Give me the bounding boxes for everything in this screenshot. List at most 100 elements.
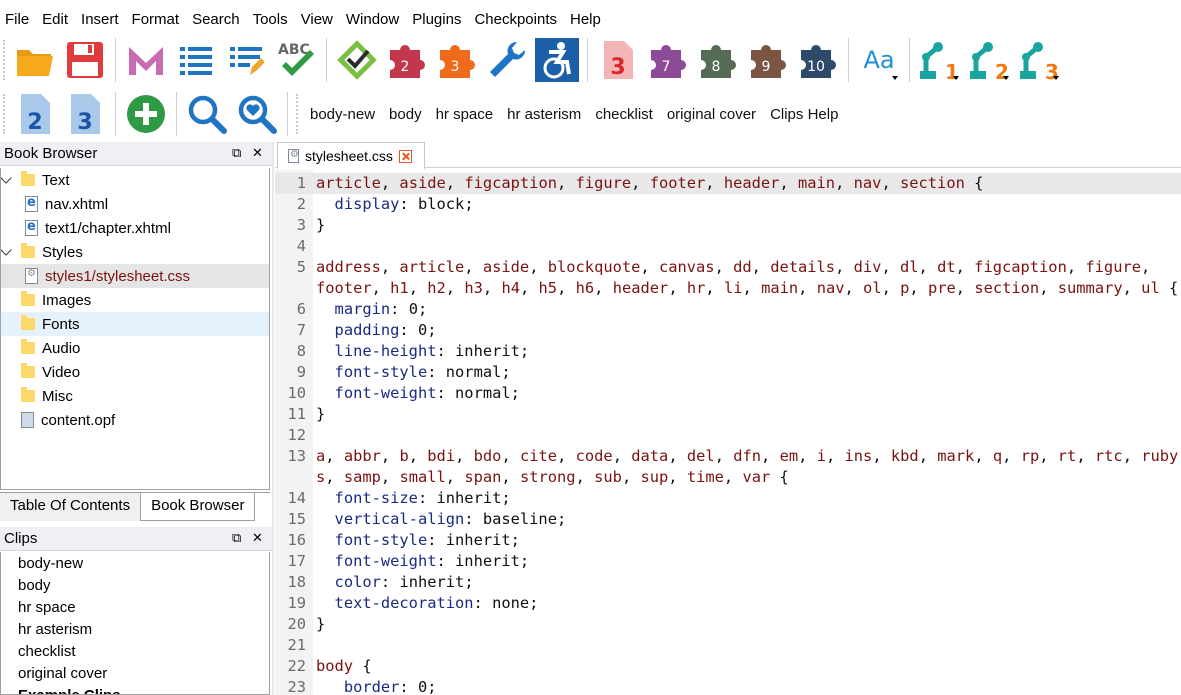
tree-item[interactable]: Images <box>1 288 269 312</box>
line-number: 15 <box>287 510 306 528</box>
book-browser-tree: Text nav.xhtml text1/chapter.xhtml Styles st… <box>0 168 270 490</box>
clip-body-new[interactable]: body-new <box>310 106 375 123</box>
tree-item[interactable]: text1/chapter.xhtml <box>1 216 269 240</box>
toolbar-grip[interactable] <box>296 94 301 134</box>
clip-set-1-button[interactable]: 1 <box>918 37 962 83</box>
code-text: font-weight: inherit; <box>334 552 530 570</box>
splitter[interactable] <box>272 142 274 695</box>
tree-item[interactable]: Styles <box>1 240 269 264</box>
clip-set-3-button[interactable]: 3 <box>1018 37 1062 83</box>
menu-insert[interactable]: Insert <box>81 11 127 28</box>
close-tab-icon[interactable] <box>398 149 412 163</box>
validate-check-icon <box>337 40 377 80</box>
float-panel-icon[interactable]: ⧉ <box>232 145 241 161</box>
plugin-7-button[interactable]: 7 <box>646 37 690 83</box>
clip-item[interactable]: hr asterism <box>1 618 269 640</box>
tree-item-label: Styles <box>42 243 83 261</box>
tree-item[interactable]: styles1/stylesheet.css <box>1 264 269 288</box>
save-button[interactable] <box>63 37 107 83</box>
menu-file[interactable]: File <box>5 11 37 28</box>
tab-stylesheet[interactable]: stylesheet.css <box>277 142 425 169</box>
clip-body[interactable]: body <box>389 106 422 123</box>
toolbar-grip[interactable] <box>3 40 8 80</box>
menu-view[interactable]: View <box>301 11 341 28</box>
add-button[interactable] <box>124 91 168 137</box>
tree-item[interactable]: Video <box>1 360 269 384</box>
clip-item[interactable]: body-new <box>1 552 269 574</box>
plugin-8-button[interactable]: 8 <box>696 37 740 83</box>
edit-toc-button[interactable] <box>224 37 268 83</box>
menu-plugins[interactable]: Plugins <box>412 11 469 28</box>
heading-3-button[interactable]: 3 <box>63 91 107 137</box>
code-line: 18 color: inherit; <box>275 572 1181 593</box>
tree-item[interactable]: Fonts <box>1 312 269 336</box>
plugin-9-button[interactable]: 9 <box>746 37 790 83</box>
menu-format[interactable]: Format <box>132 11 188 28</box>
toolbar-grip[interactable] <box>3 94 8 134</box>
heading-2-button[interactable]: 2 <box>13 91 57 137</box>
preferences-button[interactable] <box>485 37 529 83</box>
line-number: 14 <box>287 489 306 507</box>
xhtml-file-icon <box>25 195 38 212</box>
code-text: padding: 0; <box>334 321 437 339</box>
dropdown-caret <box>892 76 898 80</box>
clip-original-cover[interactable]: original cover <box>667 106 756 123</box>
font-button[interactable]: Aa <box>857 37 901 83</box>
clip-item[interactable]: original cover <box>1 662 269 684</box>
float-panel-icon[interactable]: ⧉ <box>232 530 241 546</box>
document-blue-2-icon: 2 <box>21 94 50 135</box>
heading-3-page-button[interactable]: 3 <box>596 37 640 83</box>
line-number: 11 <box>287 405 306 423</box>
code-line: 7 padding: 0; <box>275 320 1181 341</box>
clip-checklist[interactable]: checklist <box>595 106 653 123</box>
tree-item[interactable]: content.opf <box>1 408 269 432</box>
code-text: vertical-align: baseline; <box>334 510 567 528</box>
clip-item[interactable]: checklist <box>1 640 269 662</box>
clip-hr-space[interactable]: hr space <box>436 106 494 123</box>
plugin-3-button[interactable]: 3 <box>435 37 479 83</box>
plugin-2-button[interactable]: 2 <box>385 37 429 83</box>
tree-item[interactable]: Text <box>1 168 269 192</box>
code-text: } <box>316 615 326 633</box>
plugin-10-button[interactable]: 10 <box>796 37 840 83</box>
code-line: 13 a, abbr, b, bdi, bdo, cite, code, data… <box>275 446 1181 467</box>
clip-item[interactable]: hr space <box>1 596 269 618</box>
code-text: } <box>316 405 326 423</box>
tab-book-browser[interactable]: Book Browser <box>140 493 256 521</box>
tree-item[interactable]: nav.xhtml <box>1 192 269 216</box>
tab-table-of-contents[interactable]: Table Of Contents <box>0 493 141 521</box>
tree-item[interactable]: Audio <box>1 336 269 360</box>
menu-window[interactable]: Window <box>346 11 407 28</box>
menu-checkpoints[interactable]: Checkpoints <box>474 11 565 28</box>
open-folder-button[interactable] <box>13 37 57 83</box>
spellcheck-icon: ABC <box>278 42 314 76</box>
tree-item[interactable]: Misc <box>1 384 269 408</box>
close-panel-icon[interactable]: ✕ <box>252 145 263 161</box>
menu-edit[interactable]: Edit <box>42 11 76 28</box>
saved-searches-button[interactable] <box>235 91 279 137</box>
spellcheck-button[interactable]: ABC <box>274 37 318 83</box>
code-line: 14 font-size: inherit; <box>275 488 1181 509</box>
menu-help[interactable]: Help <box>570 11 609 28</box>
line-number: 10 <box>287 384 306 402</box>
folder-icon <box>21 171 35 186</box>
clip-set-2-button[interactable]: 2 <box>968 37 1012 83</box>
svg-text:3: 3 <box>451 59 460 75</box>
validate-epub-button[interactable] <box>335 37 379 83</box>
menu-tools[interactable]: Tools <box>253 11 296 28</box>
find-button[interactable] <box>185 91 229 137</box>
expand-chevron-icon[interactable] <box>1 172 12 184</box>
code-editor[interactable]: 1 article, aside, figcaption, figure, foo… <box>275 170 1181 695</box>
clip-item[interactable]: body <box>1 574 269 596</box>
accessibility-button[interactable] <box>535 37 579 83</box>
metadata-editor-button[interactable] <box>124 37 168 83</box>
toc-editor-button[interactable] <box>174 37 218 83</box>
folder-icon <box>21 387 35 402</box>
close-panel-icon[interactable]: ✕ <box>252 530 263 546</box>
tree-item-label: nav.xhtml <box>45 195 109 213</box>
expand-chevron-icon[interactable] <box>1 244 12 256</box>
clip-hr-asterism[interactable]: hr asterism <box>507 106 581 123</box>
menu-search[interactable]: Search <box>192 11 248 28</box>
clip-group[interactable]: Example Clips <box>1 684 269 695</box>
clips-help-link[interactable]: Clips Help <box>770 106 838 123</box>
